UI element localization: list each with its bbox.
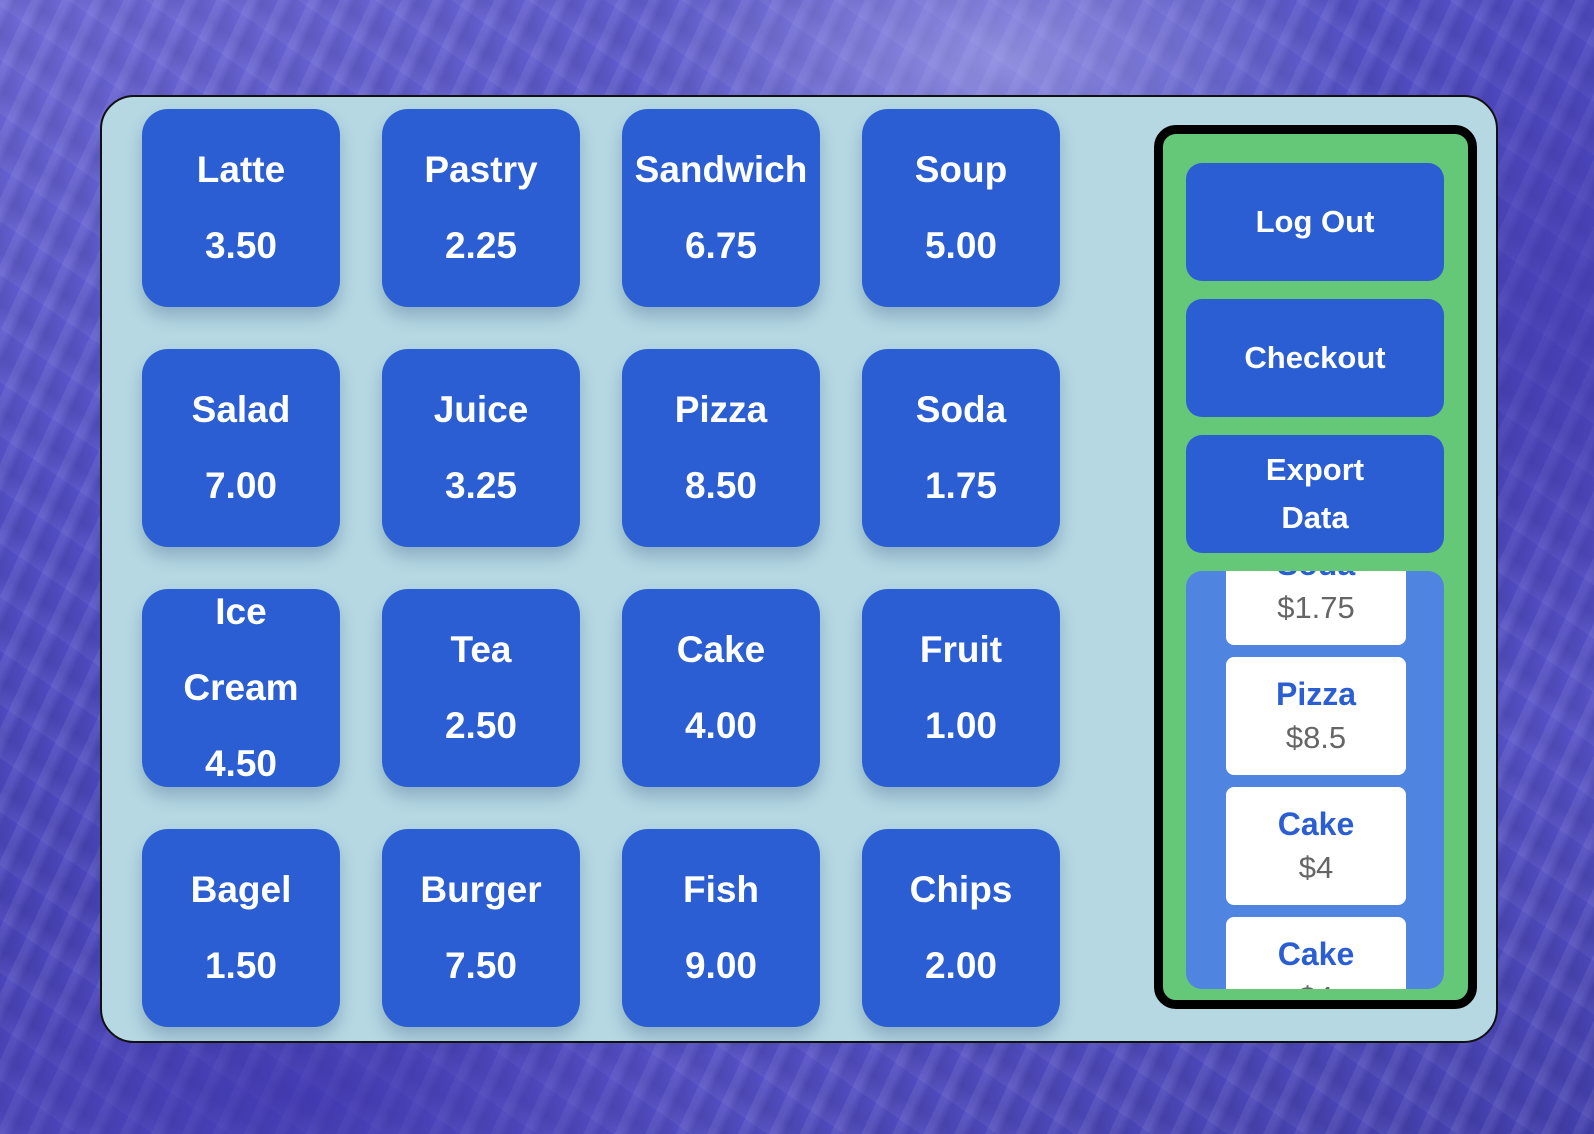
cart-list: Soda $1.75 Pizza $8.5 Cake $4 Cake $4 xyxy=(1226,571,1406,989)
menu-item-latte[interactable]: Latte 3.50 xyxy=(142,109,340,307)
menu-item-price: 4.50 xyxy=(204,743,277,784)
menu-grid: Latte 3.50 Pastry 2.25 Sandwich 6.75 Sou… xyxy=(142,109,1060,1027)
menu-item-bagel[interactable]: Bagel 1.50 xyxy=(142,829,340,1027)
menu-item-name: Burger xyxy=(420,869,542,910)
menu-item-price: 2.25 xyxy=(444,225,517,266)
menu-item-soda[interactable]: Soda 1.75 xyxy=(862,349,1060,547)
menu-item-price: 4.00 xyxy=(684,705,757,746)
menu-item-price: 1.00 xyxy=(924,705,997,746)
menu-item-name: Sandwich xyxy=(634,149,808,190)
menu-item-burger[interactable]: Burger 7.50 xyxy=(382,829,580,1027)
menu-item-name: Soup xyxy=(914,149,1008,190)
menu-item-fish[interactable]: Fish 9.00 xyxy=(622,829,820,1027)
cart-item-name: Soda xyxy=(1277,571,1355,586)
cart-item-price: $8.5 xyxy=(1285,720,1347,755)
menu-item-price: 8.50 xyxy=(684,465,757,506)
cart-item-price: $4 xyxy=(1298,850,1334,885)
menu-item-pizza[interactable]: Pizza 8.50 xyxy=(622,349,820,547)
cart-item[interactable]: Soda $1.75 xyxy=(1226,571,1406,645)
menu-item-name: Pizza xyxy=(674,389,768,430)
menu-item-pastry[interactable]: Pastry 2.25 xyxy=(382,109,580,307)
menu-item-name: Juice xyxy=(433,389,529,430)
menu-item-price: 2.50 xyxy=(444,705,517,746)
menu-item-name: Ice Cream xyxy=(183,591,299,708)
logout-button-label: Log Out xyxy=(1255,204,1375,239)
menu-item-salad[interactable]: Salad 7.00 xyxy=(142,349,340,547)
menu-item-price: 6.75 xyxy=(684,225,757,266)
menu-item-name: Pastry xyxy=(424,149,538,190)
pos-panel: Latte 3.50 Pastry 2.25 Sandwich 6.75 Sou… xyxy=(100,95,1498,1043)
cart-item-price: $1.75 xyxy=(1277,590,1355,625)
cart-list-container[interactable]: Soda $1.75 Pizza $8.5 Cake $4 Cake $4 xyxy=(1186,571,1444,989)
menu-item-ice-cream[interactable]: Ice Cream 4.50 xyxy=(142,589,340,787)
cart-item-name: Cake xyxy=(1277,936,1355,972)
menu-item-name: Soda xyxy=(915,389,1007,430)
menu-item-name: Fish xyxy=(682,869,760,910)
cart-item[interactable]: Pizza $8.5 xyxy=(1226,657,1406,775)
checkout-button-label: Checkout xyxy=(1244,340,1386,375)
cart-item-price: $4 xyxy=(1299,976,1333,989)
menu-item-fruit[interactable]: Fruit 1.00 xyxy=(862,589,1060,787)
export-data-button[interactable]: Export Data xyxy=(1186,435,1444,553)
menu-item-price: 2.00 xyxy=(924,945,997,986)
menu-item-soup[interactable]: Soup 5.00 xyxy=(862,109,1060,307)
sidebar: Log Out Checkout Export Data Soda $1.75 … xyxy=(1154,125,1477,1009)
checkout-button[interactable]: Checkout xyxy=(1186,299,1444,417)
menu-item-cake[interactable]: Cake 4.00 xyxy=(622,589,820,787)
menu-item-name: Tea xyxy=(450,629,512,670)
menu-item-name: Salad xyxy=(191,389,291,430)
export-data-button-label: Export Data xyxy=(1265,452,1365,535)
menu-item-price: 7.00 xyxy=(204,465,277,506)
menu-item-name: Latte xyxy=(196,149,286,190)
menu-item-name: Chips xyxy=(909,869,1013,910)
menu-item-tea[interactable]: Tea 2.50 xyxy=(382,589,580,787)
cart-item[interactable]: Cake $4 xyxy=(1226,917,1406,989)
menu-item-price: 7.50 xyxy=(444,945,517,986)
cart-item[interactable]: Cake $4 xyxy=(1226,787,1406,905)
cart-item-name: Cake xyxy=(1277,806,1355,842)
menu-item-price: 3.50 xyxy=(204,225,277,266)
menu-item-price: 9.00 xyxy=(684,945,757,986)
menu-item-juice[interactable]: Juice 3.25 xyxy=(382,349,580,547)
menu-item-chips[interactable]: Chips 2.00 xyxy=(862,829,1060,1027)
menu-item-price: 1.50 xyxy=(204,945,277,986)
menu-item-name: Cake xyxy=(676,629,766,670)
menu-item-name: Bagel xyxy=(190,869,292,910)
logout-button[interactable]: Log Out xyxy=(1186,163,1444,281)
menu-item-name: Fruit xyxy=(919,629,1003,670)
menu-item-price: 3.25 xyxy=(444,465,517,506)
cart-item-name: Pizza xyxy=(1275,676,1357,712)
menu-item-price: 1.75 xyxy=(924,465,997,506)
menu-item-price: 5.00 xyxy=(924,225,997,266)
menu-item-sandwich[interactable]: Sandwich 6.75 xyxy=(622,109,820,307)
